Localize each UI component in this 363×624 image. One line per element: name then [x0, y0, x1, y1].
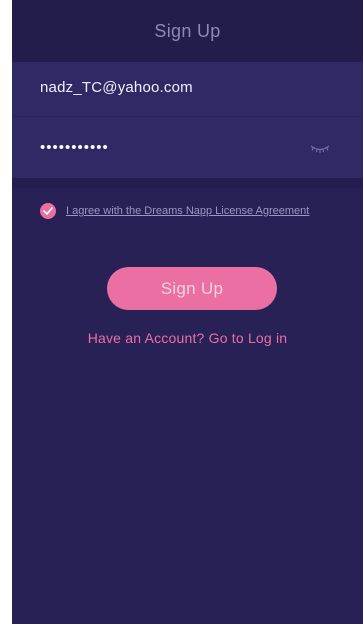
- page-title: Sign Up: [154, 20, 221, 41]
- license-agreement-link[interactable]: I agree with the Dreams Napp License Agr…: [66, 205, 309, 217]
- header-bar: Sign Up: [12, 0, 363, 62]
- show-password-toggle[interactable]: [308, 138, 332, 156]
- password-field[interactable]: •••••••••••: [40, 136, 280, 160]
- signup-button[interactable]: Sign Up: [107, 267, 277, 310]
- field-divider: [12, 116, 363, 117]
- agree-checkbox[interactable]: [40, 203, 56, 219]
- checkmark-icon: [43, 207, 53, 215]
- credentials-panel: nadz_TC@yahoo.com •••••••••••: [12, 62, 363, 178]
- panel-divider: [12, 178, 363, 188]
- signup-screen: Sign Up nadz_TC@yahoo.com ••••••••••• I …: [12, 0, 363, 624]
- closed-eye-icon: [310, 145, 330, 153]
- agreement-row: I agree with the Dreams Napp License Agr…: [40, 202, 360, 220]
- login-link[interactable]: Have an Account? Go to Log in: [12, 330, 363, 346]
- email-field[interactable]: nadz_TC@yahoo.com: [40, 76, 340, 100]
